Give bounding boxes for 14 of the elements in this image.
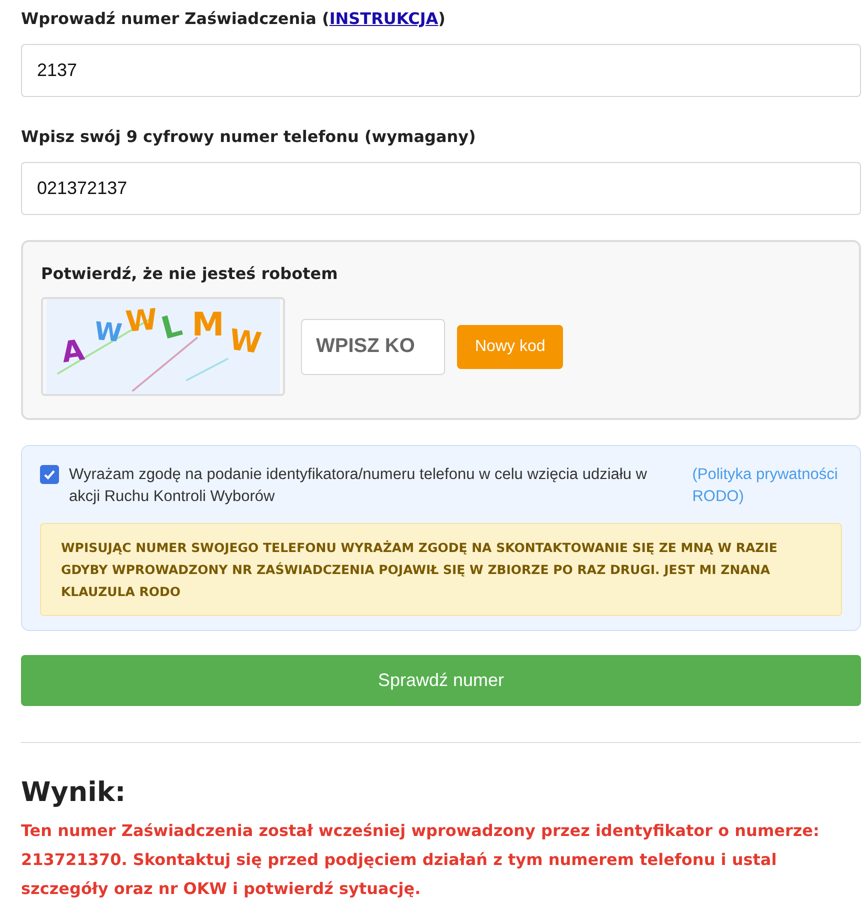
phone-input[interactable]: 021372137: [21, 162, 861, 215]
captcha-image: A W W L M W: [41, 297, 285, 396]
consent-notice: WPISUJĄC NUMER SWOJEGO TELEFONU WYRAŻAM ZGODĘ NA SKONTAKTOWANIE SIĘ ZE MNĄ W RAZIE GDYBY WPROWADZONY NR ZAŚWIADCZENIA POJAWIŁ SIĘ W ZBIORZE PO RAZ DRUGI. JEST MI ZNANA KLAUZULA RODO: [40, 523, 842, 616]
phone-label: Wpisz swój 9 cyfrowy numer telefonu (wymagany): [21, 127, 477, 147]
instruction-link[interactable]: INSTRUKCJA: [329, 9, 438, 28]
captcha-code-input[interactable]: WPISZ KO: [301, 318, 445, 374]
captcha-title: Potwierdź, że nie jesteś robotem: [41, 264, 339, 283]
consent-checkbox[interactable]: [40, 465, 59, 484]
certificate-input[interactable]: 2137: [21, 44, 861, 97]
result-message: Ten numer Zaświadczenia został wcześniej wprowadzony przez identyfikator o numerze: 213721370. Skontaktuj się przed podjęciem działań z tym numerem telefonu i ustal szczegóły oraz nr OKW i potwierdź sytuację.: [21, 820, 820, 900]
check-icon: [43, 468, 56, 481]
certificate-label: Wprowadź numer Zaświadczenia (INSTRUKCJA): [21, 9, 446, 29]
result-heading: Wynik:: [21, 776, 127, 810]
consent-text: Wyrażam zgodę na podanie identyfikatora/numeru telefonu w celu wzięcia udziału w akcji Ruchu Kontroli Wyborów: [69, 465, 648, 507]
